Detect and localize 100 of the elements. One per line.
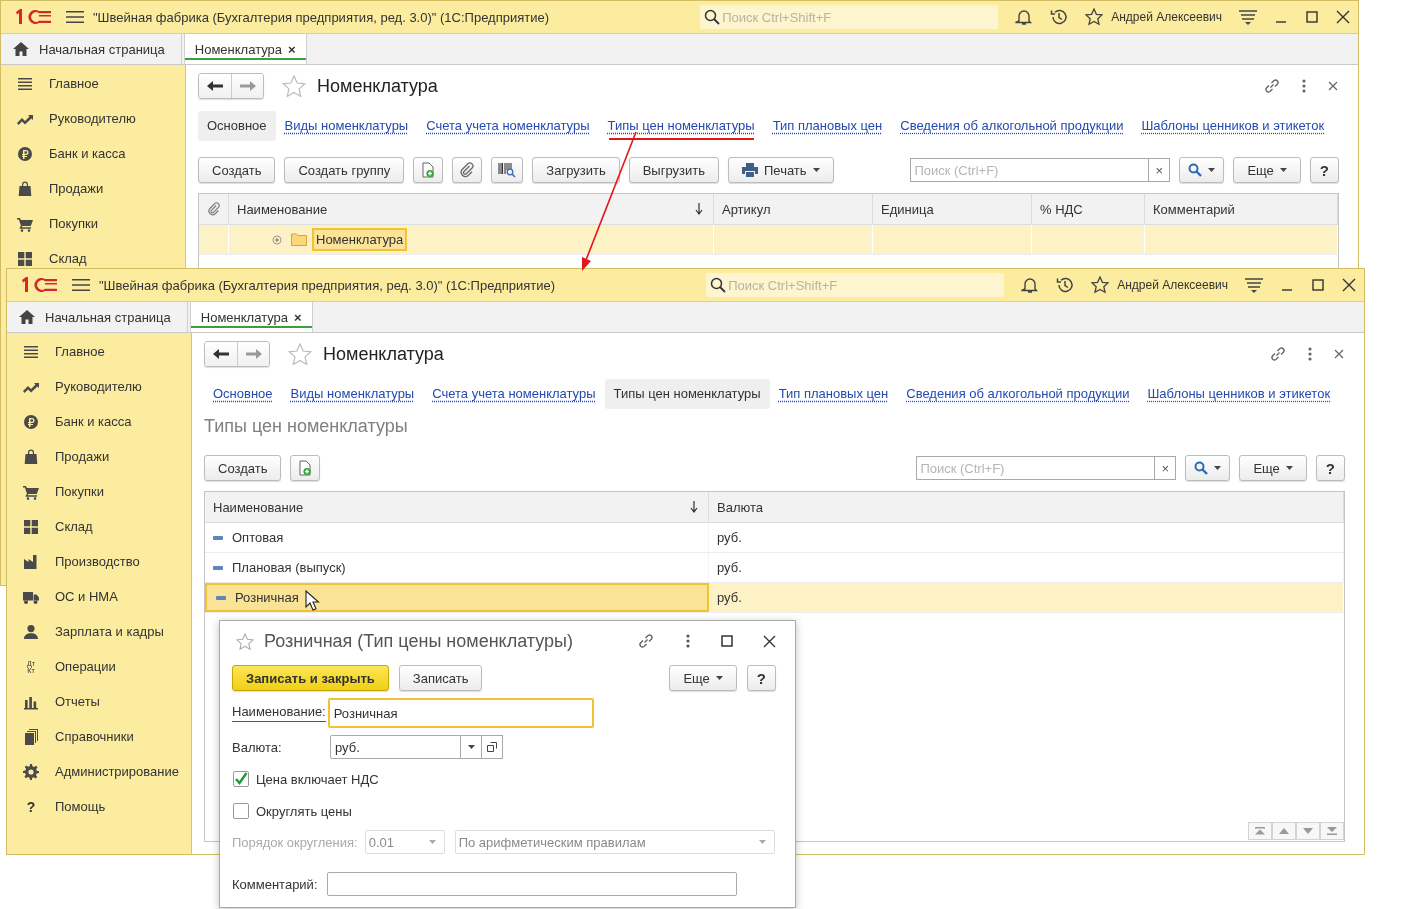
section-link[interactable]: Виды номенклатуры (281, 379, 424, 409)
sidebar-item[interactable]: Администрирование (55, 764, 179, 779)
column-header[interactable]: Наименование (205, 492, 709, 522)
sidebar-item[interactable]: Руководителю (49, 111, 136, 126)
section-link[interactable]: Шаблоны ценников и этикеток (1132, 111, 1334, 141)
maximize-icon[interactable] (721, 635, 733, 647)
maximize-icon[interactable] (1305, 10, 1319, 24)
search-field[interactable]: Поиск (Ctrl+F) (910, 158, 1149, 182)
menu-icon[interactable] (66, 10, 84, 24)
sidebar-item[interactable]: ОС и НМА (55, 589, 118, 604)
tab[interactable]: Номенклатура × (183, 34, 307, 64)
section-link[interactable]: Типы цен номенклатуры (604, 379, 770, 409)
open-button[interactable] (482, 735, 503, 759)
tab[interactable]: Начальная страница (1, 34, 182, 64)
tab[interactable]: Начальная страница (7, 302, 188, 332)
sidebar-item[interactable]: Покупки (55, 484, 104, 499)
checkbox-label[interactable]: Цена включает НДС (256, 771, 379, 787)
close-button[interactable]: × (288, 41, 296, 57)
section-link[interactable]: Счета учета номенклатуры (417, 111, 599, 141)
scroll-button[interactable] (1296, 822, 1320, 840)
toolbar-button[interactable]: Загрузить (532, 157, 620, 183)
history-icon[interactable] (1050, 8, 1069, 26)
close-icon[interactable] (1327, 80, 1339, 92)
sidebar-item[interactable]: Продажи (55, 449, 110, 464)
menu-icon[interactable] (1239, 9, 1257, 25)
close-icon[interactable] (763, 634, 776, 648)
clear-button[interactable]: × (1154, 456, 1177, 480)
toolbar-button[interactable]: Создать (198, 157, 276, 183)
section-link[interactable]: Виды номенклатуры (275, 111, 418, 141)
link-icon[interactable] (637, 632, 655, 650)
search-button[interactable] (1179, 157, 1225, 183)
scroll-button[interactable] (1248, 822, 1272, 840)
toolbar-button[interactable]: Создать группу (284, 157, 405, 183)
sidebar-item[interactable]: Склад (49, 251, 87, 266)
expand-icon[interactable] (272, 234, 282, 245)
section-link[interactable]: Тип плановых цен (769, 379, 898, 409)
more-icon[interactable] (1307, 346, 1313, 362)
back-button[interactable] (199, 74, 231, 98)
sidebar-item[interactable]: Производство (55, 554, 140, 569)
scroll-button[interactable] (1320, 822, 1344, 840)
close-icon[interactable] (1342, 278, 1356, 292)
table-row[interactable]: Номенклатура (199, 225, 1338, 255)
sidebar-item[interactable]: Операции (55, 659, 116, 674)
tab[interactable]: Номенклатура × (189, 302, 313, 332)
save-button[interactable]: Записать (398, 665, 483, 691)
checkbox-label[interactable]: Округлять цены (256, 803, 352, 819)
search-button[interactable] (1185, 455, 1231, 481)
close-icon[interactable] (1333, 348, 1345, 360)
sidebar-item[interactable]: Банк и касса (55, 414, 132, 429)
help-button[interactable]: ? (746, 665, 776, 691)
sidebar-item[interactable]: Отчеты (55, 694, 100, 709)
section-link[interactable]: Тип плановых цен (763, 111, 892, 141)
bell-icon[interactable] (1015, 8, 1034, 26)
close-button[interactable]: × (294, 309, 302, 325)
toolbar-button[interactable]: Выгрузить (628, 157, 719, 183)
column-header[interactable]: Наименование (229, 194, 714, 224)
checkbox[interactable] (233, 771, 249, 787)
column-header[interactable]: % НДС (1032, 194, 1145, 224)
section-link[interactable]: Сведения об алкогольной продукции (897, 379, 1139, 409)
scroll-button[interactable] (1272, 822, 1296, 840)
table-row[interactable]: Розничная руб. (205, 583, 1344, 613)
more-button[interactable]: Еще (1239, 455, 1307, 481)
attach-button[interactable] (452, 157, 483, 183)
search-field[interactable]: Поиск (Ctrl+F) (916, 456, 1155, 480)
print-button[interactable]: Печать (728, 157, 834, 183)
checkbox[interactable] (233, 803, 249, 819)
star-icon[interactable] (236, 632, 254, 650)
table-row[interactable]: Оптовая руб. (205, 523, 1344, 553)
column-header[interactable]: Валюта (709, 492, 1344, 522)
user-name[interactable]: Андрей Алексеевич (1111, 10, 1222, 24)
column-header[interactable]: Артикул (714, 194, 873, 224)
sidebar-item[interactable]: Справочники (55, 729, 134, 744)
more-icon[interactable] (685, 633, 691, 649)
global-search-field[interactable]: Поиск Ctrl+Shift+F (700, 5, 999, 29)
text-field[interactable] (327, 872, 737, 896)
more-button[interactable]: Еще (669, 665, 737, 691)
sidebar-item[interactable]: Руководителю (55, 379, 142, 394)
sidebar-item[interactable]: Помощь (55, 799, 106, 814)
star-icon[interactable] (1091, 276, 1110, 294)
clear-button[interactable]: × (1148, 158, 1171, 182)
back-button[interactable] (205, 342, 237, 366)
sidebar-item[interactable]: Банк и касса (49, 146, 126, 161)
column-header[interactable]: Единица (873, 194, 1032, 224)
toolbar-button[interactable]: Создать (204, 455, 282, 481)
save-close-button[interactable]: Записать и закрыть (232, 665, 389, 691)
link-icon[interactable] (1263, 77, 1281, 95)
star-icon[interactable] (282, 75, 306, 97)
barcode-button[interactable] (491, 157, 524, 183)
help-button[interactable]: ? (1309, 157, 1339, 183)
link-icon[interactable] (1269, 345, 1287, 363)
global-search-field[interactable]: Поиск Ctrl+Shift+F (706, 273, 1005, 297)
maximize-icon[interactable] (1311, 278, 1325, 292)
section-link[interactable]: Счета учета номенклатуры (423, 379, 605, 409)
section-link[interactable]: Шаблоны ценников и этикеток (1138, 379, 1340, 409)
star-icon[interactable] (288, 343, 312, 365)
add-button[interactable] (413, 157, 444, 183)
user-name[interactable]: Андрей Алексеевич (1117, 278, 1228, 292)
section-link[interactable]: Основное (204, 379, 282, 409)
sidebar-item[interactable]: Склад (55, 519, 93, 534)
more-button[interactable]: Еще (1233, 157, 1301, 183)
